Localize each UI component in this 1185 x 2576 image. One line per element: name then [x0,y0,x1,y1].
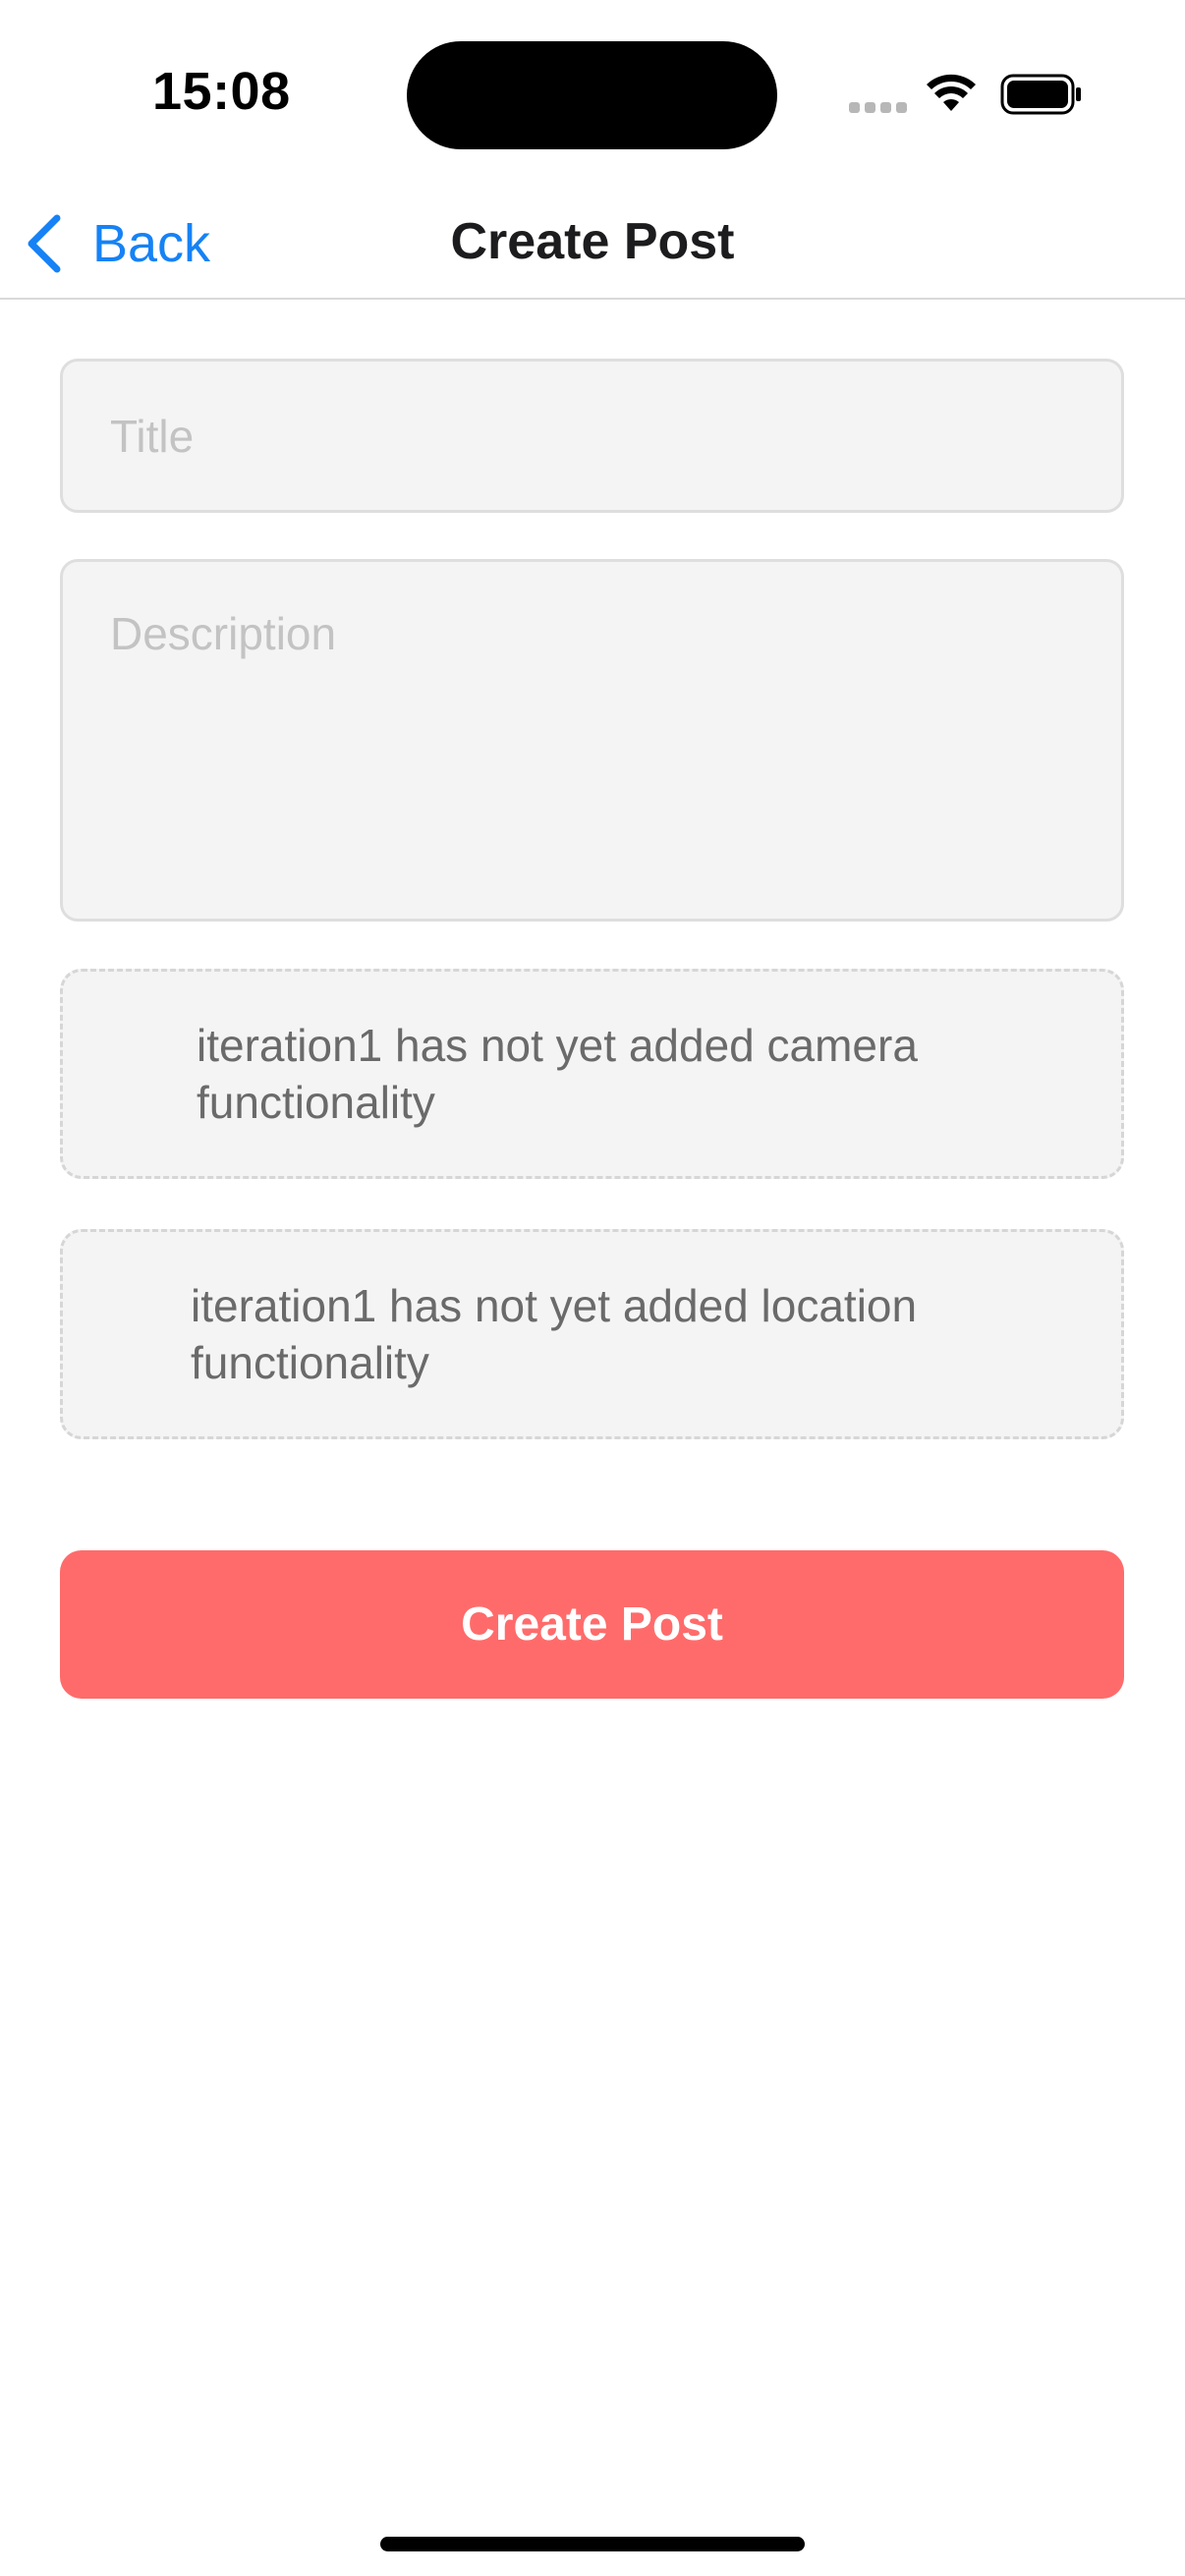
create-post-button[interactable]: Create Post [60,1550,1124,1699]
camera-notice-text: iteration1 has not yet added camera func… [197,1020,918,1128]
title-input[interactable] [60,359,1124,513]
battery-icon [1000,74,1081,115]
wifi-icon [927,74,976,111]
back-button[interactable]: Back [24,204,210,283]
camera-placeholder: iteration1 has not yet added camera func… [60,969,1124,1179]
description-input[interactable] [60,559,1124,922]
create-post-screen: 15:08 Create Post Back Title Description… [0,0,1185,2576]
dynamic-island [407,41,777,149]
location-notice-text: iteration1 has not yet added location fu… [191,1280,918,1388]
signal-dots-icon [849,102,908,114]
home-indicator[interactable] [380,2537,805,2551]
status-time: 15:08 [152,62,291,121]
navigation-bar: Create Post Back [0,187,1185,300]
back-label: Back [92,214,211,273]
status-bar: 15:08 [0,0,1185,187]
chevron-left-icon [28,214,61,273]
location-placeholder: iteration1 has not yet added location fu… [60,1229,1124,1439]
